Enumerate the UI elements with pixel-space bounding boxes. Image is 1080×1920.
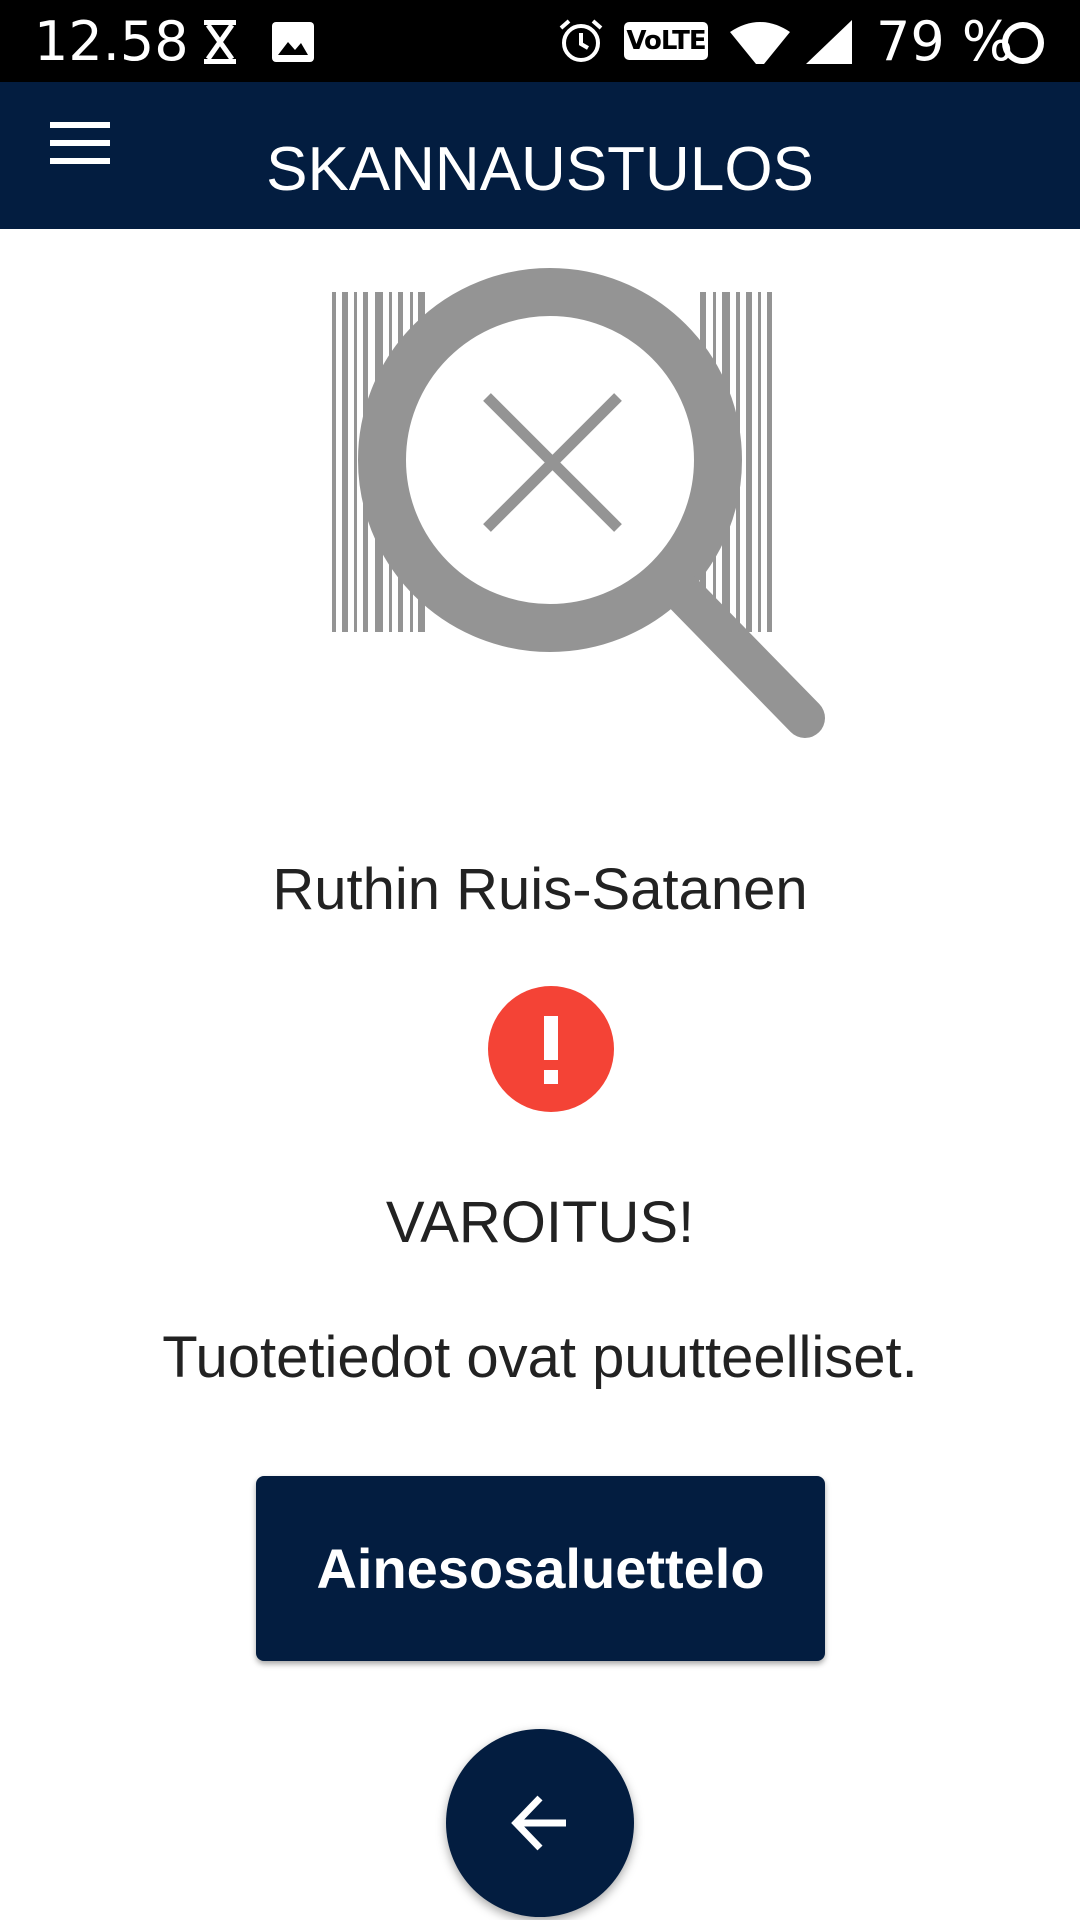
back-button[interactable]	[446, 1729, 634, 1917]
image-icon	[272, 22, 314, 62]
volte-icon: VoLTE	[624, 22, 708, 60]
arrow-left-icon	[511, 1795, 566, 1851]
barcode-not-found-magnifier-icon	[332, 268, 825, 738]
hourglass-icon	[204, 20, 236, 64]
signal-icon	[806, 20, 852, 64]
status-time: 12.58	[34, 10, 189, 73]
alarm-icon	[559, 19, 603, 62]
wifi-icon	[730, 22, 790, 64]
exclamation-circle-icon	[488, 986, 614, 1112]
warning-message: Tuotetiedot ovat puutteelliset.	[162, 1325, 918, 1390]
warning-title: VAROITUS!	[385, 1190, 695, 1255]
ingredients-list-button[interactable]: Ainesosaluettelo	[256, 1476, 825, 1661]
scan-result-screen: 12.58 VoLTE 79 % SKANNAUSTULOS Ruthin Ru…	[0, 0, 1080, 1920]
product-name: Ruthin Ruis-Satanen	[272, 857, 808, 922]
hamburger-menu-icon[interactable]	[44, 122, 116, 194]
battery-percent: 79 %	[876, 10, 1014, 73]
status-bar: 12.58 VoLTE 79 %	[0, 0, 1080, 82]
page-title: SKANNAUSTULOS	[266, 135, 814, 204]
battery-ring-icon	[1002, 22, 1044, 64]
app-bar: SKANNAUSTULOS	[0, 82, 1080, 229]
